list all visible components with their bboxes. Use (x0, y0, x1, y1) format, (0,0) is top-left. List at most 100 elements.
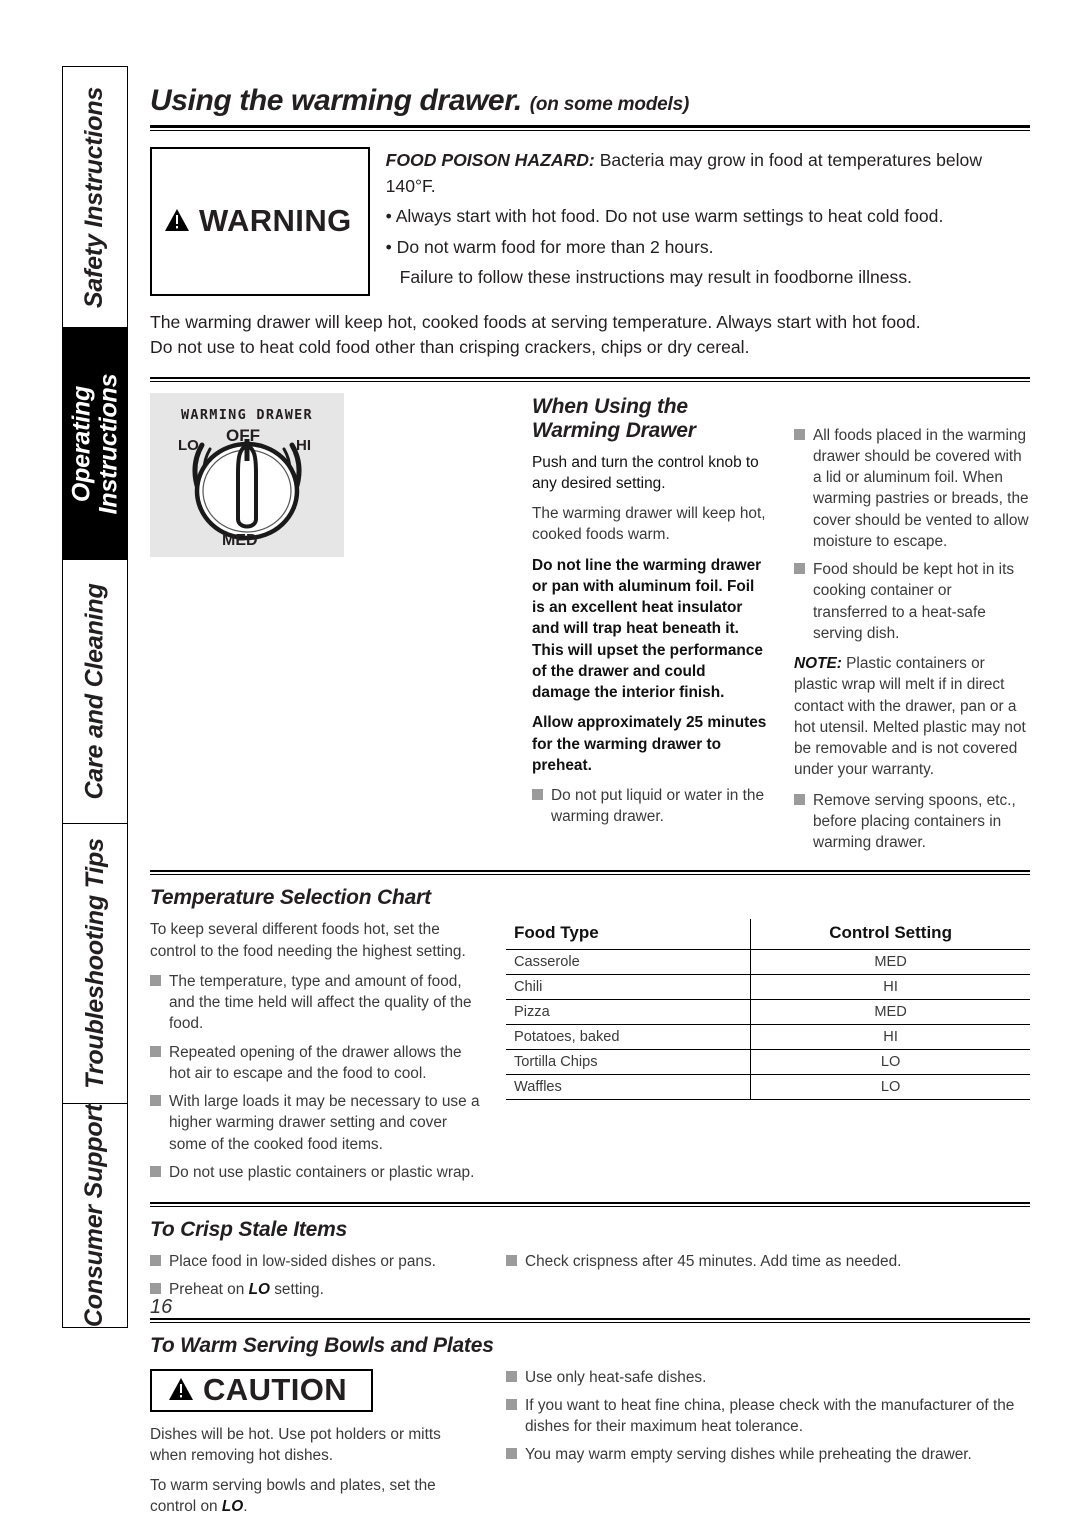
warm-bowls-p2-post: . (243, 1498, 248, 1516)
cell-food-type: Chili (506, 974, 751, 1001)
when-using-note: NOTE: Plastic containers or plastic wrap… (794, 653, 1030, 781)
page-title: Using the warming drawer. (on some model… (150, 84, 1030, 118)
temperature-chart-p1: To keep several different foods hot, set… (150, 921, 466, 960)
list-item: Do not put liquid or water in the warmin… (532, 785, 768, 828)
warning-triangle-icon (164, 208, 190, 232)
sidebar-item-safety-instructions[interactable]: Safety Instructions (62, 66, 128, 328)
intro-paragraph: The warming drawer will keep hot, cooked… (150, 310, 1030, 361)
when-using-p2: The warming drawer will keep hot, cooked… (532, 505, 766, 544)
list-item: You may warm empty serving dishes while … (506, 1444, 1030, 1465)
section-divider-warm-bowls (150, 1317, 1030, 1323)
crisp-right-bullets: Check crispness after 45 minutes. Add ti… (506, 1251, 1030, 1272)
list-item: Do not use plastic containers or plastic… (150, 1162, 480, 1183)
warm-bowls-p2: To warm serving bowls and plates, set th… (150, 1475, 480, 1518)
warning-signal-box: WARNING (150, 147, 370, 296)
sidebar-item-label: Care and Cleaning (80, 583, 109, 800)
sidebar-item-label: Safety Instructions (80, 86, 109, 308)
title-divider (150, 125, 1030, 131)
warning-hazard-line: FOOD POISON HAZARD: Bacteria may grow in… (386, 148, 1030, 199)
cell-control-setting: HI (750, 974, 1030, 1001)
list-item: If you want to heat fine china, please c… (506, 1395, 1030, 1438)
sidebar-item-operating-instructions[interactable]: Operating Instructions (62, 328, 128, 560)
crisp-preheat-pre: Preheat on (169, 1281, 249, 1299)
cell-control-setting: LO (750, 1074, 1030, 1101)
warning-bullet: • Do not warm food for more than 2 hours… (385, 236, 714, 257)
crisp-left-column: Place food in low-sided dishes or pans. … (150, 1251, 480, 1310)
list-item: Use only heat-safe dishes. (506, 1367, 1030, 1388)
sidebar-item-label: Troubleshooting Tips (80, 838, 109, 1089)
section-when-using: WARMING DRAWER OFF LO HI MED When Using … (150, 392, 1030, 863)
page-title-subtitle: (on some models) (529, 94, 690, 115)
section-temperature-chart: Temperature Selection Chart To keep seve… (150, 886, 1030, 1192)
cell-food-type: Potatoes, baked (506, 1024, 751, 1051)
section-divider-when-using (150, 376, 1030, 382)
sidebar-item-consumer-support[interactable]: Consumer Support (62, 1104, 128, 1328)
warning-failure-text: Failure to follow these instructions may… (399, 267, 913, 287)
warm-bowls-setting: LO (221, 1498, 244, 1516)
cell-food-type: Pizza (506, 999, 751, 1026)
column-header-food-type: Food Type (506, 919, 751, 951)
when-using-right-bullets-bottom: Remove serving spoons, etc., before plac… (794, 790, 1030, 854)
list-item: Place food in low-sided dishes or pans. (150, 1251, 480, 1272)
list-item: Preheat on LO setting. (150, 1279, 480, 1300)
sidebar-tabs: Safety Instructions Operating Instructio… (62, 66, 128, 1328)
temperature-chart-table-column: Food Type Control Setting Casserole MED … (506, 919, 1030, 1192)
crisp-right-column: Check crispness after 45 minutes. Add ti… (506, 1251, 1030, 1310)
crisp-preheat-post: setting. (269, 1281, 324, 1299)
page-number: 16 (150, 1296, 173, 1318)
warning-block: WARNING FOOD POISON HAZARD: Bacteria may… (150, 147, 1030, 296)
note-text: Plastic containers or plastic wrap will … (794, 655, 1026, 779)
list-item: Check crispness after 45 minutes. Add ti… (506, 1251, 1030, 1272)
knob-label-hi: HI (296, 436, 311, 454)
sidebar-item-label: Consumer Support (80, 1103, 109, 1328)
table-header-row: Food Type Control Setting (506, 919, 1030, 951)
warning-signal-word: WARNING (199, 202, 352, 238)
knob-label-lo: LO (178, 436, 199, 454)
warning-hazard-label: FOOD POISON HAZARD: (385, 150, 595, 170)
cell-food-type: Waffles (506, 1074, 751, 1101)
warm-bowls-title: To Warm Serving Bowls and Plates (150, 1333, 494, 1357)
table-row: Casserole MED (506, 949, 1030, 976)
list-item: All foods placed in the warming drawer s… (794, 425, 1030, 553)
crisp-title: To Crisp Stale Items (150, 1218, 348, 1241)
table-row: Waffles LO (506, 1074, 1030, 1101)
temperature-selection-table: Food Type Control Setting Casserole MED … (506, 919, 1030, 1101)
table-row: Tortilla Chips LO (506, 1049, 1030, 1076)
cell-food-type: Tortilla Chips (506, 1049, 751, 1076)
when-using-right-column: All foods placed in the warming drawer s… (794, 393, 1030, 863)
list-item: With large loads it may be necessary to … (150, 1091, 480, 1155)
when-using-p4: Allow approximately 25 minutes for the w… (532, 714, 767, 774)
cell-control-setting: LO (750, 1049, 1030, 1076)
page-title-text: Using the warming drawer. (150, 84, 522, 117)
when-using-title: When Using the Warming Drawer (532, 394, 696, 442)
warm-bowls-bullets: Use only heat-safe dishes. If you want t… (506, 1367, 1030, 1466)
section-divider-temperature (150, 870, 1030, 876)
when-using-p1: Push and turn the control knob to any de… (532, 453, 759, 492)
sidebar-item-label: Operating Instructions (67, 373, 123, 514)
warm-bowls-right-column: Use only heat-safe dishes. If you want t… (506, 1367, 1030, 1527)
temperature-chart-title: Temperature Selection Chart (150, 886, 431, 910)
intro-line-2: Do not use to heat cold food other than … (150, 337, 750, 357)
sidebar-item-care-and-cleaning[interactable]: Care and Cleaning (62, 560, 128, 824)
warm-bowls-p2-pre: To warm serving bowls and plates, set th… (150, 1477, 436, 1516)
section-warm-serving-bowls: To Warm Serving Bowls and Plates CAUTION… (150, 1334, 1030, 1527)
sidebar-item-troubleshooting-tips[interactable]: Troubleshooting Tips (62, 824, 128, 1104)
list-item: Remove serving spoons, etc., before plac… (794, 790, 1030, 854)
list-item: Food should be kept hot in its cooking c… (794, 559, 1030, 644)
section-divider-crisp (150, 1202, 1030, 1207)
page-content: Using the warming drawer. (on some model… (150, 66, 1030, 1527)
cell-control-setting: MED (750, 949, 1030, 976)
knob-label-med: MED (222, 531, 258, 549)
column-header-control-setting: Control Setting (750, 919, 1030, 951)
when-using-p3: Do not line the warming drawer or pan wi… (532, 556, 763, 702)
warming-drawer-knob-illustration: WARMING DRAWER OFF LO HI MED (150, 392, 344, 557)
caution-signal-word: CAUTION (203, 1371, 348, 1407)
crisp-left-bullets: Place food in low-sided dishes or pans. … (150, 1251, 480, 1301)
cell-control-setting: MED (750, 999, 1030, 1026)
list-item: Repeated opening of the drawer allows th… (150, 1042, 480, 1085)
note-label: NOTE: (794, 655, 842, 672)
cell-control-setting: HI (750, 1024, 1030, 1051)
when-using-bullet-list: Do not put liquid or water in the warmin… (532, 785, 768, 828)
caution-signal-box: CAUTION (150, 1368, 374, 1412)
temperature-chart-left-column: To keep several different foods hot, set… (150, 919, 480, 1192)
